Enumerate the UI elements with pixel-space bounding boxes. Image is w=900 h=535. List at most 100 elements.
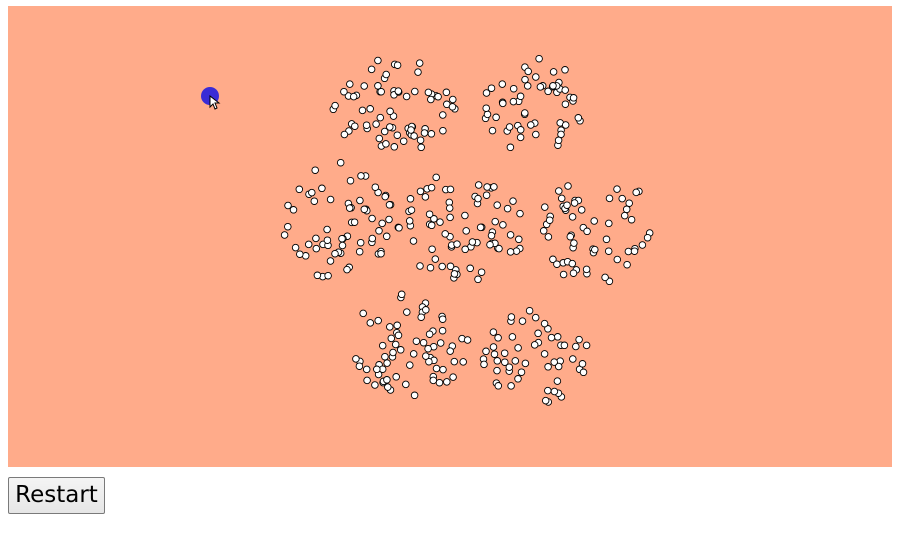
particle-dot-icon: [360, 205, 369, 214]
particle-dot-icon: [338, 234, 346, 243]
particle-dot-icon: [356, 238, 365, 247]
particle-dot-icon: [554, 136, 563, 145]
particle-dot-icon: [613, 255, 622, 264]
particle-dot-icon: [442, 88, 451, 97]
particle-dot-icon: [514, 375, 522, 383]
particle-dot-icon: [525, 306, 534, 315]
particle-dot-icon: [438, 326, 447, 335]
particle-dot-icon: [505, 123, 514, 131]
particle-dot-icon: [511, 357, 520, 365]
particle-dot-icon: [544, 363, 552, 371]
particle-dot-icon: [483, 183, 491, 191]
particle-dot-icon: [574, 114, 583, 122]
particle-dot-icon: [383, 359, 391, 367]
particle-dot-icon: [532, 130, 540, 139]
particle-dot-icon: [436, 218, 444, 226]
particle-dot-icon: [461, 245, 469, 254]
particle-dot-icon: [517, 368, 526, 376]
particle-dot-icon: [378, 341, 387, 350]
particle-dot-icon: [561, 121, 570, 129]
particle-dot-icon: [368, 234, 377, 243]
particle-dot-icon: [630, 247, 639, 255]
particle-dot-icon: [507, 382, 515, 390]
particle-dot-icon: [429, 376, 438, 385]
particle-dot-icon: [284, 222, 292, 231]
game-canvas[interactable]: [8, 6, 892, 467]
particle-dot-icon: [350, 218, 359, 226]
particle-dot-icon: [323, 236, 332, 244]
particle-dot-icon: [468, 238, 477, 246]
particle-dot-icon: [438, 262, 446, 271]
particle-dot-icon: [382, 70, 390, 79]
particle-dot-icon: [373, 365, 381, 374]
particle-dot-icon: [490, 183, 498, 191]
particle-dot-icon: [568, 213, 577, 221]
particle-dot-icon: [407, 126, 415, 134]
particle-dot-icon: [527, 121, 535, 129]
particle-dot-icon: [377, 87, 385, 96]
particle-dot-icon: [352, 355, 360, 363]
particle-dot-icon: [575, 335, 583, 344]
particle-dot-icon: [428, 245, 436, 253]
particle-dot-icon: [386, 107, 394, 116]
particle-dot-icon: [416, 187, 425, 196]
particle-dot-icon: [368, 214, 376, 223]
particle-dot-icon: [396, 346, 405, 354]
particle-dot-icon: [446, 347, 454, 355]
particle-dot-icon: [553, 260, 561, 268]
particle-dot-icon: [395, 224, 403, 232]
particle-dot-icon: [553, 377, 562, 385]
particle-dot-icon: [493, 357, 502, 365]
particle-dot-icon: [393, 321, 401, 330]
particle-dot-icon: [383, 376, 391, 384]
particle-dot-icon: [482, 191, 491, 199]
particle-dot-icon: [310, 197, 319, 205]
particle-dot-icon: [544, 233, 553, 241]
particle-dot-icon: [416, 136, 425, 144]
particle-dot-icon: [427, 183, 436, 192]
particle-dot-icon: [613, 185, 621, 193]
particle-dot-icon: [506, 248, 515, 256]
particle-dot-icon: [289, 206, 298, 214]
particle-dot-icon: [477, 268, 486, 276]
particle-dot-icon: [503, 204, 512, 213]
particle-dot-icon: [313, 271, 322, 280]
particle-dot-icon: [531, 313, 540, 322]
particle-dot-icon: [367, 65, 376, 74]
particle-dot-icon: [382, 140, 390, 148]
particle-dot-icon: [415, 59, 424, 67]
particle-dot-icon: [280, 231, 289, 239]
particle-dot-icon: [557, 194, 566, 203]
particle-dot-icon: [561, 100, 570, 108]
restart-button[interactable]: Restart: [8, 477, 105, 514]
particle-dot-icon: [486, 240, 494, 249]
particle-dot-icon: [355, 247, 364, 256]
particle-dot-icon: [561, 86, 569, 94]
particle-dot-icon: [366, 105, 374, 113]
particle-dot-icon: [427, 221, 436, 230]
particle-dot-icon: [340, 87, 348, 96]
particle-dot-icon: [381, 352, 389, 361]
particle-dot-icon: [410, 391, 419, 400]
particle-dot-icon: [434, 92, 442, 101]
particle-dot-icon: [374, 316, 382, 325]
particle-dot-icon: [366, 319, 375, 327]
particle-dot-icon: [494, 382, 503, 390]
particle-dot-icon: [432, 364, 441, 373]
particle-dot-icon: [618, 194, 626, 203]
particle-dot-icon: [488, 126, 497, 135]
particle-dot-icon: [416, 262, 424, 270]
particle-dot-icon: [417, 313, 425, 321]
particle-dot-icon: [572, 342, 580, 351]
particle-dot-icon: [605, 219, 613, 228]
particle-dot-icon: [449, 95, 457, 104]
particle-dot-icon: [518, 317, 527, 325]
particle-dot-icon: [521, 75, 529, 84]
particle-dot-icon: [399, 137, 408, 145]
particle-dot-icon: [417, 143, 425, 152]
particle-dot-icon: [446, 262, 455, 271]
particle-dot-icon: [466, 264, 474, 273]
particle-dot-icon: [385, 215, 393, 224]
particle-dot-icon: [508, 333, 517, 341]
particle-dot-icon: [474, 194, 482, 203]
